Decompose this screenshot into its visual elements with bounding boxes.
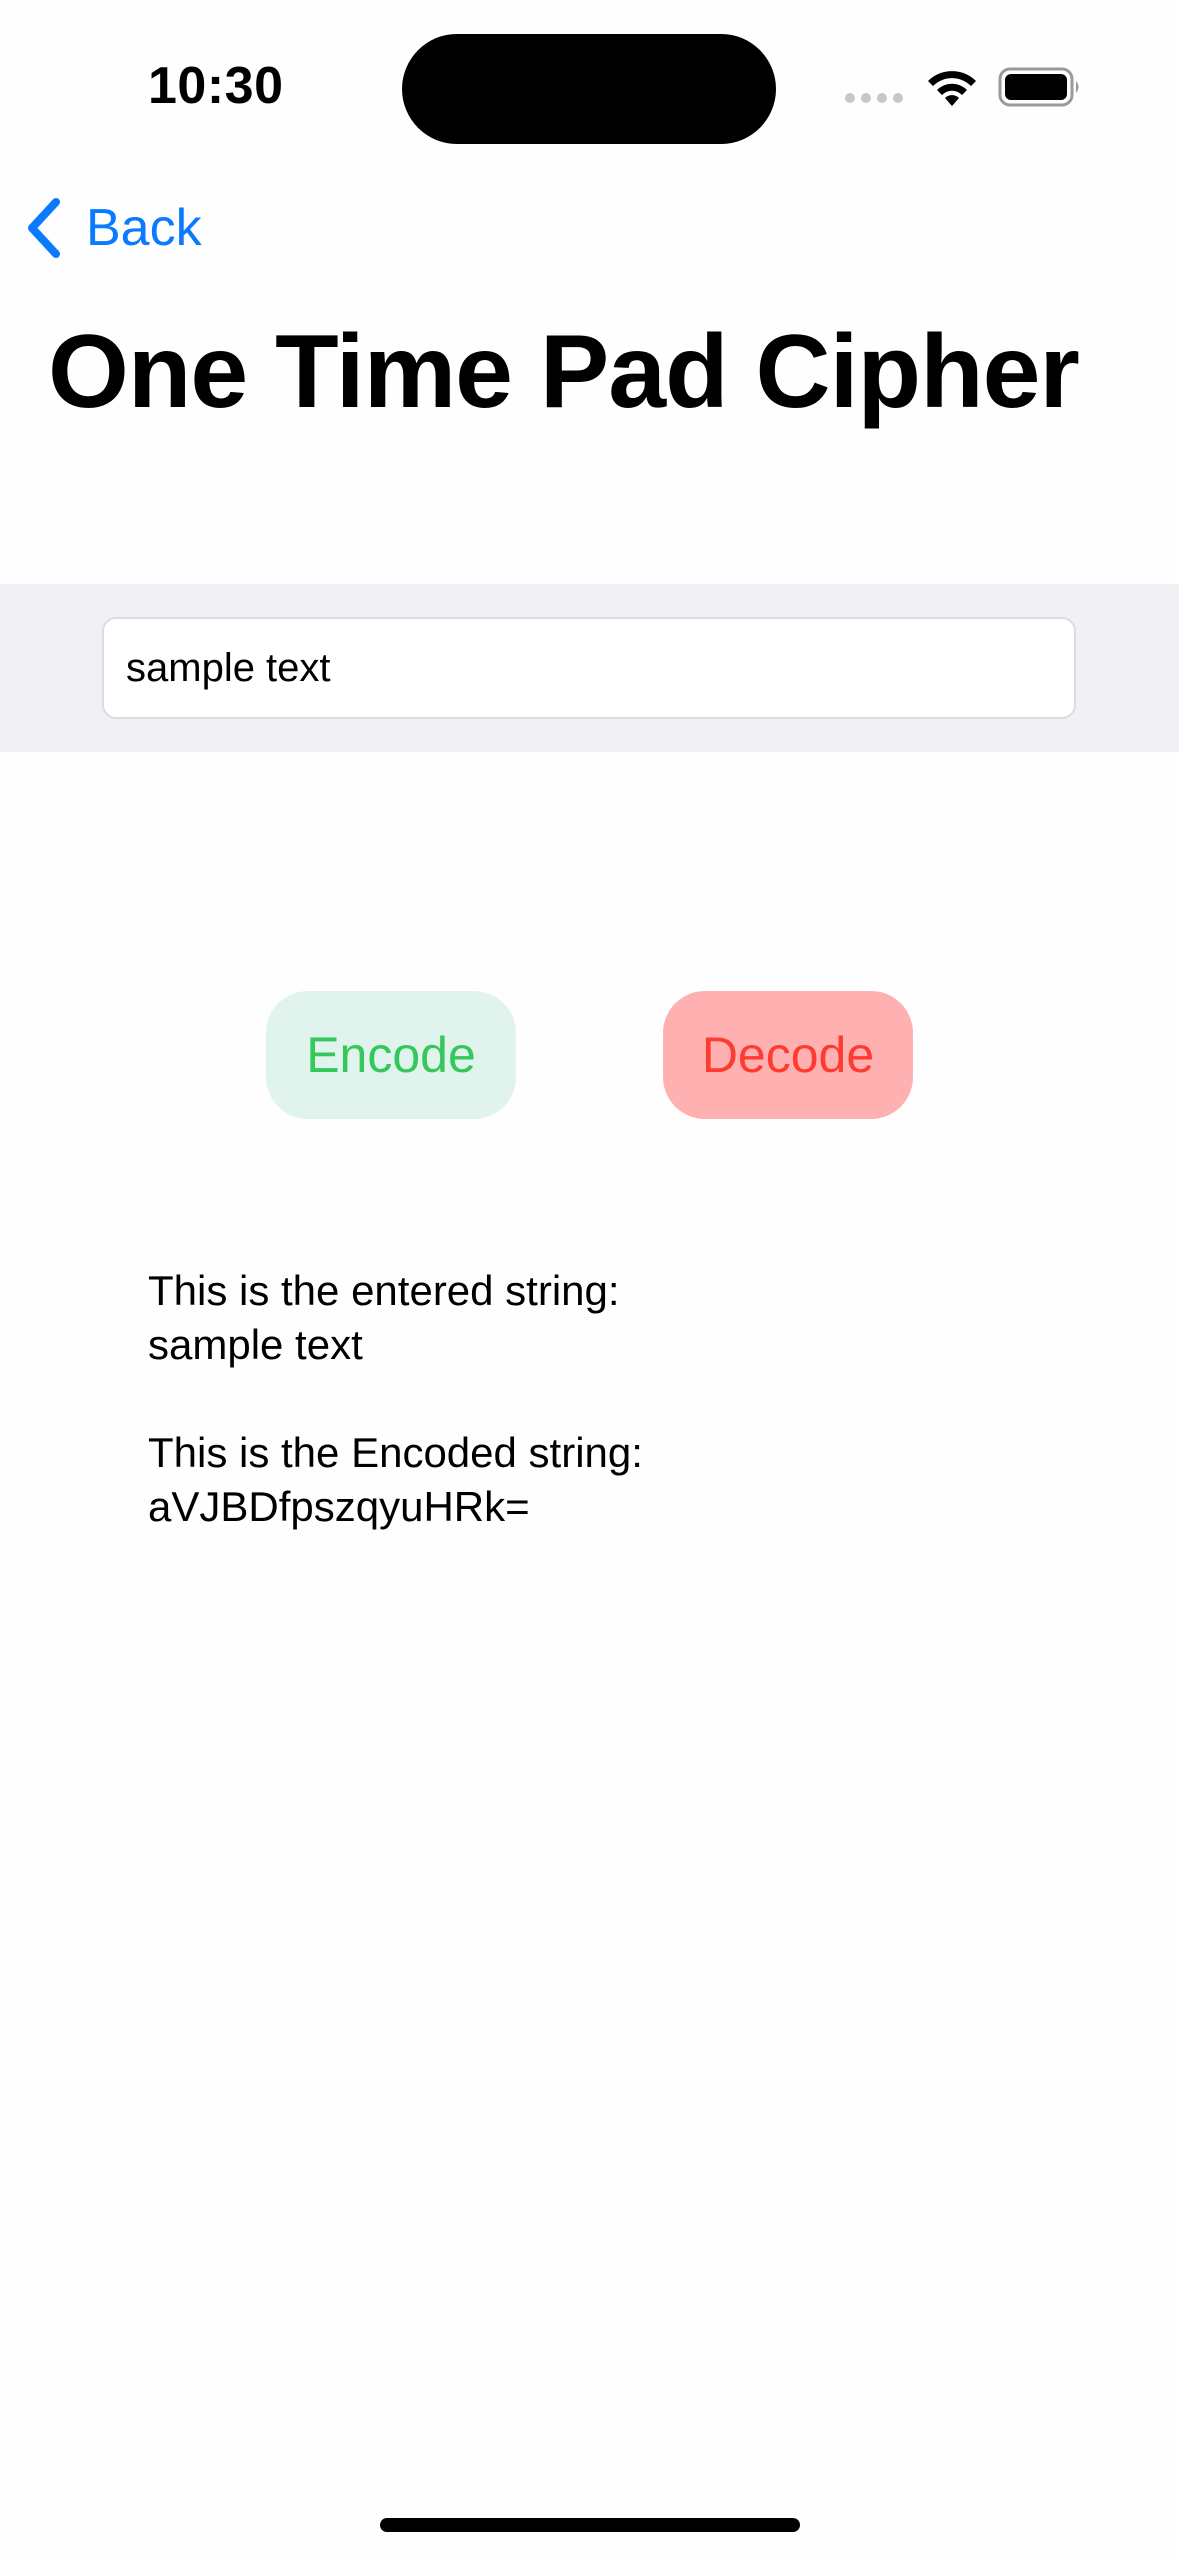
battery-icon xyxy=(998,67,1079,107)
encoded-string-label: This is the Encoded string: xyxy=(148,1429,643,1476)
encode-button[interactable]: Encode xyxy=(266,991,516,1119)
entered-string-label: This is the entered string: xyxy=(148,1267,620,1314)
back-label: Back xyxy=(86,199,202,257)
status-time: 10:30 xyxy=(148,57,284,115)
dynamic-island xyxy=(402,34,776,144)
back-button[interactable]: Back xyxy=(22,190,202,266)
text-input[interactable] xyxy=(102,617,1076,719)
encoded-string-value: aVJBDfpszqyuHRk= xyxy=(148,1483,530,1530)
home-indicator xyxy=(380,2518,800,2532)
app-screen: 10:30 Back One Time Pad Cipher Encode De… xyxy=(0,0,1179,2556)
cellular-signal-icon xyxy=(845,93,903,103)
decode-button[interactable]: Decode xyxy=(663,991,913,1119)
wifi-icon xyxy=(928,71,976,106)
output-text: This is the entered string: sample text … xyxy=(148,1264,643,1534)
entered-string-value: sample text xyxy=(148,1321,363,1368)
chevron-left-icon xyxy=(28,198,60,258)
page-title: One Time Pad Cipher xyxy=(48,314,1080,430)
